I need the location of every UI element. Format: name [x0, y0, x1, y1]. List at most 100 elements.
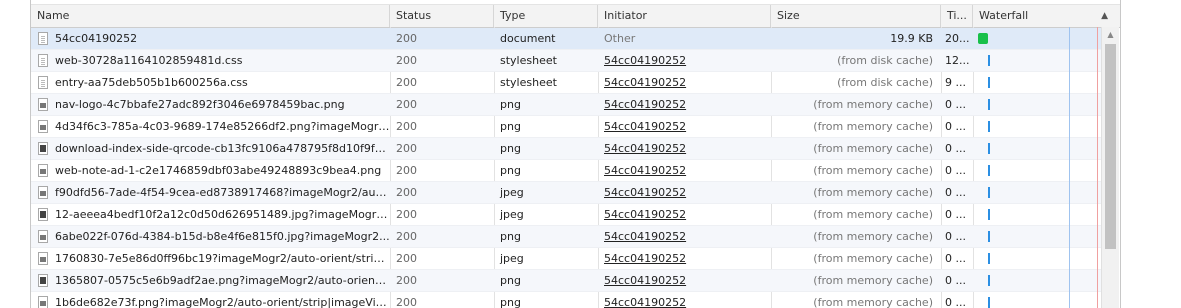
column-header-time[interactable]: Ti... [941, 5, 973, 27]
request-waterfall[interactable] [973, 270, 1101, 291]
request-row[interactable]: 4d34f6c3-785a-4c03-9689-174e85266df2.png… [31, 116, 1101, 138]
request-name-text: nav-logo-4c7bbafe27adc892f3046e6978459ba… [55, 98, 345, 111]
request-waterfall[interactable] [973, 28, 1101, 49]
request-name[interactable]: f90dfd56-7ade-4f54-9cea-ed8738917468?ima… [31, 182, 390, 203]
initiator-link[interactable]: 54cc04190252 [604, 208, 686, 221]
initiator-link[interactable]: 54cc04190252 [604, 142, 686, 155]
request-name[interactable]: download-index-side-qrcode-cb13fc9106a47… [31, 138, 390, 159]
request-row[interactable]: nav-logo-4c7bbafe27adc892f3046e6978459ba… [31, 94, 1101, 116]
request-row[interactable]: 54cc04190252 200 document Other 19.9 KB 20... [31, 28, 1101, 50]
request-waterfall[interactable] [973, 292, 1101, 308]
request-name[interactable]: 1760830-7e5e86d0ff96bc19?imageMogr2/auto… [31, 248, 390, 269]
initiator-link[interactable]: 54cc04190252 [604, 120, 686, 133]
request-status: 200 [396, 76, 417, 89]
request-waterfall[interactable] [973, 50, 1101, 71]
request-name[interactable]: entry-aa75deb505b1b600256a.css [31, 72, 390, 93]
request-initiator: 54cc04190252 [598, 226, 771, 247]
request-name-text: f90dfd56-7ade-4f54-9cea-ed8738917468?ima… [55, 186, 390, 199]
request-row[interactable]: 1b6de682e73f.png?imageMogr2/auto-orient/… [31, 292, 1101, 308]
request-name[interactable]: 12-aeeea4bedf10f2a12c0d50d626951489.jpg?… [31, 204, 390, 225]
request-initiator: 54cc04190252 [598, 248, 771, 269]
request-list: 54cc04190252 200 document Other 19.9 KB 20...… [31, 28, 1101, 308]
request-row[interactable]: 6abe022f-076d-4384-b15d-b8e4f6e815f0.jpg… [31, 226, 1101, 248]
request-initiator: 54cc04190252 [598, 50, 771, 71]
column-header-status[interactable]: Status [390, 5, 494, 27]
request-name-text: entry-aa75deb505b1b600256a.css [55, 76, 248, 89]
request-size: (from memory cache) [813, 208, 933, 221]
request-name-text: download-index-side-qrcode-cb13fc9106a47… [55, 142, 390, 155]
scroll-up-arrow-icon[interactable]: ▲ [1102, 29, 1119, 41]
request-waterfall[interactable] [973, 204, 1101, 225]
column-header-waterfall[interactable]: Waterfall ▲ [973, 5, 1120, 27]
request-waterfall[interactable] [973, 182, 1101, 203]
waterfall-bar [988, 187, 990, 198]
request-name[interactable]: web-30728a1164102859481d.css [31, 50, 390, 71]
request-row[interactable]: 12-aeeea4bedf10f2a12c0d50d626951489.jpg?… [31, 204, 1101, 226]
document-icon [38, 76, 48, 89]
request-waterfall[interactable] [973, 248, 1101, 269]
request-name[interactable]: 54cc04190252 [31, 28, 390, 49]
initiator-link[interactable]: 54cc04190252 [604, 296, 686, 308]
request-size: (from memory cache) [813, 252, 933, 265]
request-waterfall[interactable] [973, 72, 1101, 93]
column-header-name[interactable]: Name [31, 5, 390, 27]
request-size: (from memory cache) [813, 274, 933, 287]
column-header-initiator[interactable]: Initiator [598, 5, 771, 27]
request-type: png [500, 164, 521, 177]
initiator-link[interactable]: 54cc04190252 [604, 76, 686, 89]
column-header-size[interactable]: Size [771, 5, 941, 27]
initiator-link[interactable]: 54cc04190252 [604, 230, 686, 243]
request-name[interactable]: 1365807-0575c5e6b9adf2ae.png?imageMogr2/… [31, 270, 390, 291]
request-waterfall[interactable] [973, 226, 1101, 247]
request-row[interactable]: 1760830-7e5e86d0ff96bc19?imageMogr2/auto… [31, 248, 1101, 270]
request-name[interactable]: nav-logo-4c7bbafe27adc892f3046e6978459ba… [31, 94, 390, 115]
request-row[interactable]: 1365807-0575c5e6b9adf2ae.png?imageMogr2/… [31, 270, 1101, 292]
request-name[interactable]: web-note-ad-1-c2e1746859dbf03abe49248893… [31, 160, 390, 181]
request-row[interactable]: download-index-side-qrcode-cb13fc9106a47… [31, 138, 1101, 160]
request-name-text: 4d34f6c3-785a-4c03-9689-174e85266df2.png… [55, 120, 390, 133]
request-time: 12... [945, 54, 970, 67]
initiator-link[interactable]: 54cc04190252 [604, 252, 686, 265]
column-header-type[interactable]: Type [494, 5, 598, 27]
image-icon [38, 120, 48, 133]
request-waterfall[interactable] [973, 116, 1101, 137]
sort-ascending-icon[interactable]: ▲ [1101, 5, 1108, 27]
request-name[interactable]: 6abe022f-076d-4384-b15d-b8e4f6e815f0.jpg… [31, 226, 390, 247]
request-status: 200 [396, 186, 417, 199]
initiator-link[interactable]: 54cc04190252 [604, 54, 686, 67]
request-waterfall[interactable] [973, 138, 1101, 159]
request-initiator: 54cc04190252 [598, 116, 771, 137]
initiator-link[interactable]: 54cc04190252 [604, 274, 686, 287]
initiator-link[interactable]: 54cc04190252 [604, 164, 686, 177]
request-status: 200 [396, 230, 417, 243]
request-type: png [500, 120, 521, 133]
request-name-text: 6abe022f-076d-4384-b15d-b8e4f6e815f0.jpg… [55, 230, 390, 243]
request-type: png [500, 296, 521, 308]
request-type: png [500, 142, 521, 155]
request-name[interactable]: 4d34f6c3-785a-4c03-9689-174e85266df2.png… [31, 116, 390, 137]
request-waterfall[interactable] [973, 94, 1101, 115]
request-type: png [500, 98, 521, 111]
request-name-text: 54cc04190252 [55, 32, 138, 45]
request-name-text: web-note-ad-1-c2e1746859dbf03abe49248893… [55, 164, 382, 177]
initiator-link[interactable]: 54cc04190252 [604, 98, 686, 111]
request-name[interactable]: 1b6de682e73f.png?imageMogr2/auto-orient/… [31, 292, 390, 308]
request-name-text: 1b6de682e73f.png?imageMogr2/auto-orient/… [55, 296, 390, 308]
request-row[interactable]: web-30728a1164102859481d.css 200 styleshee… [31, 50, 1101, 72]
request-time: 9 ... [945, 76, 966, 89]
image-icon [38, 296, 48, 308]
waterfall-bar [988, 231, 990, 242]
request-row[interactable]: f90dfd56-7ade-4f54-9cea-ed8738917468?ima… [31, 182, 1101, 204]
request-row[interactable]: web-note-ad-1-c2e1746859dbf03abe49248893… [31, 160, 1101, 182]
request-row[interactable]: entry-aa75deb505b1b600256a.css 200 stylesh… [31, 72, 1101, 94]
request-initiator: 54cc04190252 [598, 138, 771, 159]
scrollbar-thumb[interactable] [1105, 44, 1116, 249]
request-type: stylesheet [500, 76, 557, 89]
request-size: (from memory cache) [813, 296, 933, 308]
request-waterfall[interactable] [973, 160, 1101, 181]
image-icon [38, 186, 48, 199]
initiator-link[interactable]: 54cc04190252 [604, 186, 686, 199]
image-icon [38, 230, 48, 243]
request-type: jpeg [500, 252, 524, 265]
vertical-scrollbar[interactable]: ▲ [1101, 27, 1119, 308]
